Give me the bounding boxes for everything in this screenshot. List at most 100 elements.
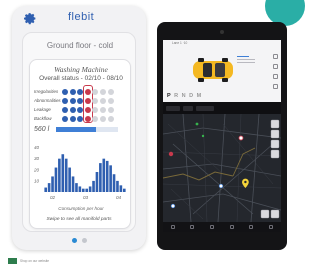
- map-layer-button[interactable]: [270, 139, 280, 149]
- chart-bar: [85, 188, 89, 192]
- status-dot[interactable]: [84, 106, 91, 113]
- car-top-view-icon: [193, 58, 233, 82]
- status-dot[interactable]: [84, 97, 91, 104]
- status-dot[interactable]: [77, 115, 84, 122]
- poi-marker[interactable]: [168, 151, 174, 157]
- status-dot[interactable]: [84, 88, 91, 95]
- status-dot[interactable]: [99, 106, 106, 113]
- map-svg[interactable]: [163, 114, 281, 222]
- status-dot[interactable]: [77, 88, 84, 95]
- page-indicator[interactable]: [12, 238, 146, 243]
- poi-marker[interactable]: [238, 135, 244, 141]
- status-dot[interactable]: [92, 88, 99, 95]
- poi-marker[interactable]: [218, 183, 224, 189]
- footer-thumbnail: [8, 258, 17, 264]
- status-dot[interactable]: [99, 97, 106, 104]
- status-dot[interactable]: [77, 106, 84, 113]
- gear-option[interactable]: D: [189, 93, 193, 99]
- floor-title: Ground floor - cold: [46, 41, 114, 50]
- seat-icon[interactable]: [210, 225, 215, 229]
- floor-card[interactable]: Ground floor - cold Washing Machine Over…: [22, 32, 136, 232]
- status-dot[interactable]: [107, 97, 114, 104]
- status-dot[interactable]: [69, 97, 76, 104]
- status-dot[interactable]: [62, 97, 68, 104]
- gear-option[interactable]: M: [197, 93, 202, 99]
- zoom-in-button[interactable]: [270, 209, 280, 219]
- info-chip[interactable]: [196, 105, 214, 111]
- phone-icon[interactable]: [273, 84, 278, 89]
- chart-bar: [51, 176, 54, 192]
- energy-bar-track: [96, 126, 118, 132]
- pager-dot[interactable]: [71, 238, 77, 243]
- zoom-out-button[interactable]: [260, 209, 270, 219]
- chart-bar: [81, 188, 85, 192]
- status-row-label: Backflow: [34, 116, 52, 121]
- status-dot[interactable]: [107, 115, 114, 122]
- status-grid: Irregolarities Abnormalities Leakage Backfl…: [34, 87, 128, 123]
- side-toolbar: [273, 54, 281, 94]
- fan-icon[interactable]: [229, 225, 234, 229]
- status-dot[interactable]: [92, 97, 99, 104]
- gear-option[interactable]: R: [174, 93, 178, 99]
- chart-bar: [95, 172, 99, 192]
- overall-status: Overall status - 02/10 - 08/10: [39, 75, 123, 82]
- info-chip[interactable]: [183, 105, 193, 111]
- status-dot[interactable]: [62, 88, 68, 95]
- chart-caption: Consumption per hour: [58, 206, 104, 211]
- bottom-nav: [163, 222, 281, 232]
- chart-bar: [64, 158, 68, 192]
- chart-bar: [75, 183, 78, 192]
- footer-text: Shop on our website: [20, 259, 50, 263]
- gear-icon[interactable]: [24, 12, 37, 25]
- status-dot[interactable]: [69, 88, 76, 95]
- status-dot[interactable]: [69, 106, 76, 113]
- tablet-screen: Lane 1 ·10 PRND M: [163, 40, 281, 232]
- gear-selector: PRNDM: [167, 93, 201, 99]
- poi-marker[interactable]: [170, 203, 176, 209]
- chart-bar: [105, 160, 109, 192]
- phone-mockup: flebit Ground floor - cold Washing Machi…: [12, 6, 146, 250]
- settings-icon[interactable]: [273, 54, 278, 59]
- info-chip[interactable]: [166, 105, 180, 111]
- info-strip: [163, 102, 281, 114]
- status-text: Lane 1 ·10: [172, 41, 188, 45]
- status-dot[interactable]: [99, 88, 106, 95]
- status-dot[interactable]: [62, 115, 68, 122]
- status-dot[interactable]: [84, 115, 91, 122]
- status-dot[interactable]: [92, 115, 99, 122]
- map-layer-button[interactable]: [270, 149, 280, 159]
- gear-option[interactable]: P: [167, 93, 171, 99]
- status-dot[interactable]: [77, 97, 84, 104]
- chart-bar: [54, 167, 58, 192]
- energy-value: 560 l: [34, 125, 50, 133]
- chart-bar: [122, 188, 126, 192]
- map-layer-button[interactable]: [270, 119, 280, 129]
- profile-icon[interactable]: [273, 64, 278, 69]
- status-dot[interactable]: [92, 106, 99, 113]
- poi-marker[interactable]: [201, 134, 205, 138]
- gear-option[interactable]: N: [182, 93, 186, 99]
- volume-icon[interactable]: [249, 225, 254, 229]
- status-dot[interactable]: [62, 106, 68, 113]
- status-dot[interactable]: [107, 88, 114, 95]
- brand-logo-text: flebit: [68, 11, 95, 23]
- status-dot[interactable]: [107, 106, 114, 113]
- machine-name: Washing Machine: [54, 65, 108, 74]
- climate-icon[interactable]: [190, 225, 195, 229]
- chart-bar: [109, 165, 112, 192]
- navigation-map[interactable]: [163, 114, 281, 222]
- map-layer-button[interactable]: [270, 129, 280, 139]
- home-icon[interactable]: [170, 225, 175, 229]
- x-tick-label: 02: [50, 195, 56, 200]
- apps-icon[interactable]: [269, 225, 274, 229]
- chart-bar: [68, 167, 71, 192]
- media-icon[interactable]: [273, 74, 278, 79]
- pager-dot[interactable]: [81, 238, 87, 243]
- app-header: flebit: [12, 6, 146, 30]
- status-row: Leakage: [34, 105, 128, 114]
- machine-card[interactable]: Washing Machine Overall status - 02/10 -…: [29, 59, 131, 229]
- poi-marker[interactable]: [195, 122, 199, 126]
- status-dot[interactable]: [69, 115, 76, 122]
- y-tick-label: 40: [34, 145, 40, 150]
- status-dot[interactable]: [99, 115, 106, 122]
